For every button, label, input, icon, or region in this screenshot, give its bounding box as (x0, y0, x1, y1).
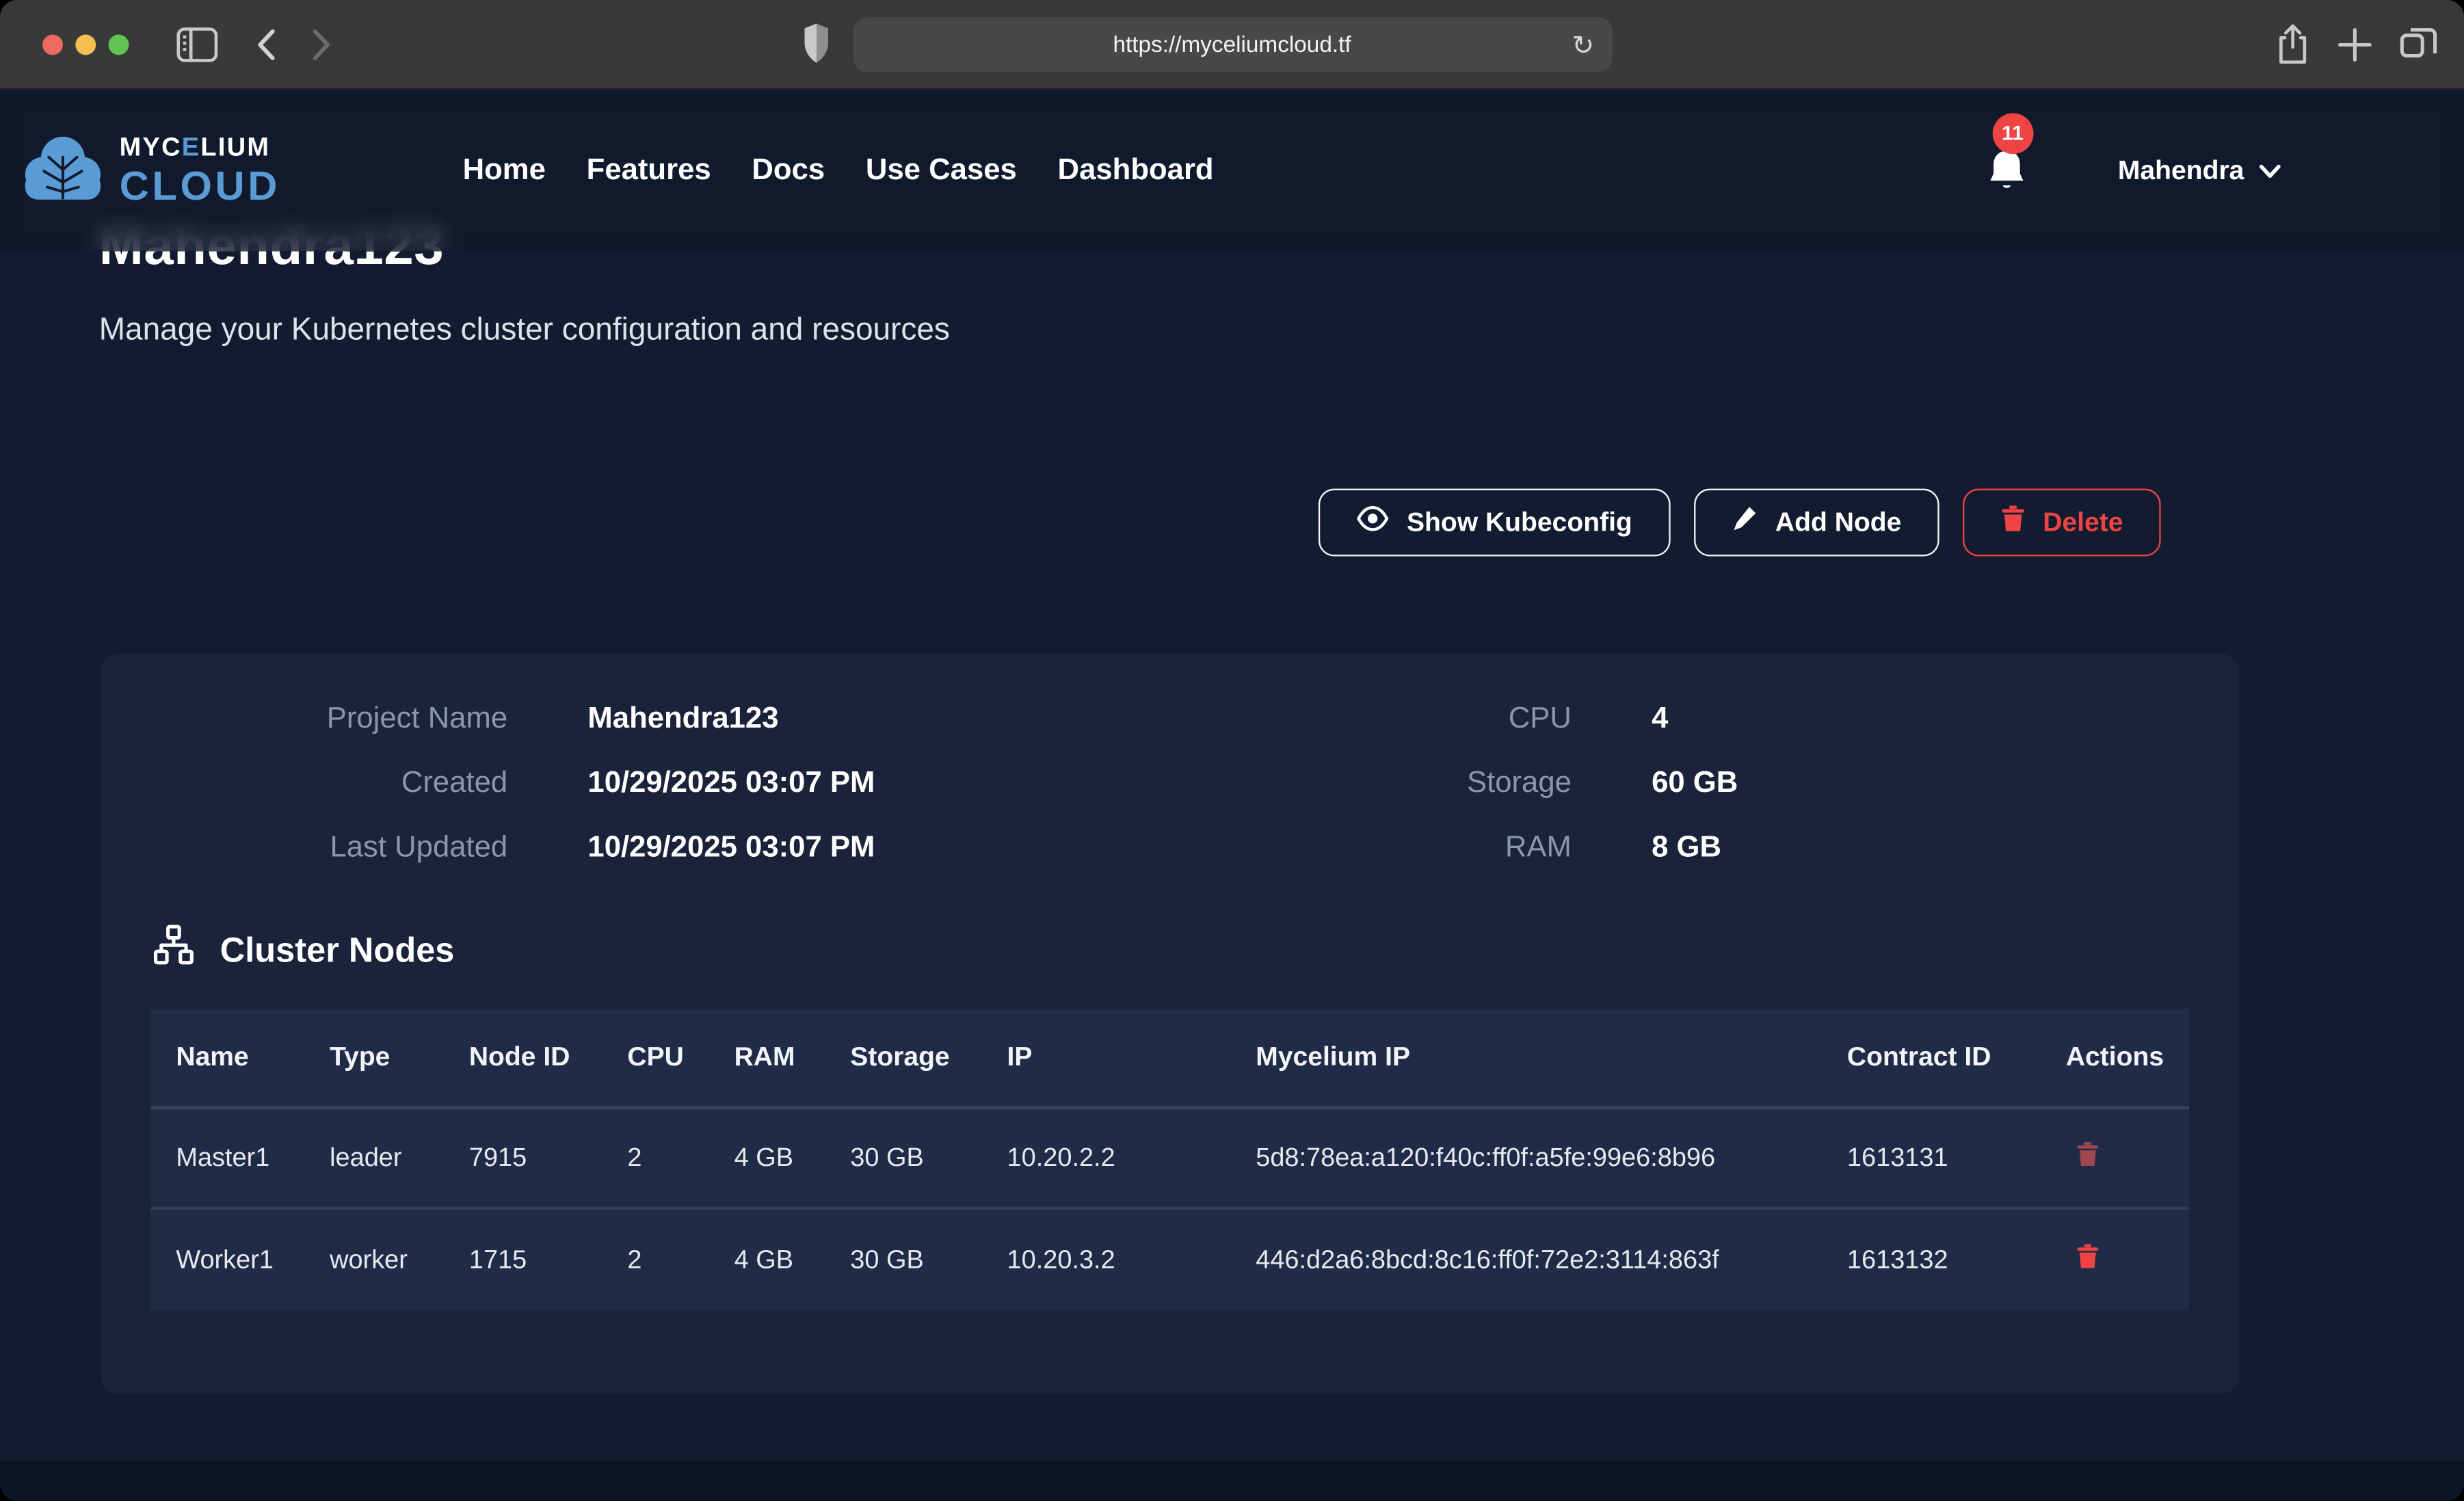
cell-contract-id: 1613131 (1822, 1109, 2041, 1210)
notifications-button[interactable]: 11 (1986, 147, 2027, 194)
cluster-details-grid: Project Name Mahendra123 CPU 4 Created 1… (101, 654, 2239, 866)
cluster-details-card: Project Name Mahendra123 CPU 4 Created 1… (101, 654, 2239, 1394)
project-name-value: Mahendra123 (587, 702, 1216, 737)
cpu-value: 4 (1652, 702, 2239, 737)
nav-link-features[interactable]: Features (587, 153, 711, 188)
network-nodes-icon (153, 924, 195, 976)
cell-ram: 4 GB (709, 1210, 825, 1310)
tab-overview-icon[interactable] (2400, 25, 2439, 64)
col-node-id: Node ID (444, 1009, 602, 1109)
back-icon[interactable] (256, 27, 277, 60)
last-updated-value: 10/29/2025 03:07 PM (587, 832, 1216, 866)
nav-link-home[interactable]: Home (463, 153, 546, 188)
col-actions: Actions (2041, 1009, 2189, 1109)
col-storage: Storage (825, 1009, 982, 1109)
cell-ip: 10.20.3.2 (982, 1210, 1231, 1310)
nav-links: Home Features Docs Use Cases Dashboard (463, 153, 1214, 188)
cell-mycelium-ip: 5d8:78ea:a120:f40c:ff0f:a5fe:99e6:8b96 (1230, 1109, 1822, 1210)
col-contract-id: Contract ID (1822, 1009, 2041, 1109)
table-header-row: Name Type Node ID CPU RAM Storage IP Myc… (151, 1009, 2189, 1109)
minimize-window-button[interactable] (75, 34, 96, 54)
notification-badge: 11 (1992, 112, 2033, 153)
add-node-button[interactable]: Add Node (1693, 489, 1939, 557)
cell-name: Worker1 (151, 1210, 305, 1310)
privacy-shield-icon[interactable] (803, 22, 830, 72)
zoom-window-button[interactable] (109, 34, 129, 54)
delete-node-button[interactable] (2076, 1242, 2099, 1268)
storage-value: 60 GB (1652, 767, 2239, 801)
cell-ram: 4 GB (709, 1109, 825, 1210)
cell-cpu: 2 (602, 1109, 709, 1210)
user-menu[interactable]: Mahendra (2118, 155, 2282, 186)
sidebar-toggle-icon[interactable] (176, 26, 218, 62)
chevron-down-icon (2258, 155, 2281, 186)
share-icon[interactable] (2275, 23, 2310, 66)
col-name: Name (151, 1009, 305, 1109)
trash-icon (2000, 505, 2026, 541)
created-label: Created (151, 767, 508, 801)
cell-node-id: 7915 (444, 1109, 602, 1210)
nav-link-docs[interactable]: Docs (752, 153, 825, 188)
col-cpu: CPU (602, 1009, 709, 1109)
mycelium-cloud-logo-icon (21, 126, 105, 215)
cluster-actions-toolbar: Show Kubeconfig Add Node (0, 489, 2161, 557)
cell-name: Master1 (151, 1109, 305, 1210)
cluster-nodes-heading: Cluster Nodes (153, 924, 2240, 976)
cell-storage: 30 GB (825, 1109, 982, 1210)
cell-ip: 10.20.2.2 (982, 1109, 1231, 1210)
page-subtitle: Manage your Kubernetes cluster configura… (99, 313, 950, 349)
col-ram: RAM (709, 1009, 825, 1109)
storage-label: Storage (1297, 767, 1572, 801)
user-name: Mahendra (2118, 155, 2244, 186)
cell-storage: 30 GB (825, 1210, 982, 1310)
nav-link-use-cases[interactable]: Use Cases (866, 153, 1017, 188)
brand-logo-text: MYCELIUM CLOUD (120, 135, 280, 205)
cell-type: worker (304, 1210, 444, 1310)
col-type: Type (304, 1009, 444, 1109)
ram-label: RAM (1297, 832, 1572, 866)
reload-icon[interactable]: ↻ (1572, 31, 1594, 58)
show-kubeconfig-button[interactable]: Show Kubeconfig (1319, 489, 1670, 557)
traffic-lights (42, 34, 129, 54)
brand-logo[interactable]: MYCELIUM CLOUD (21, 126, 280, 215)
table-row: Master1 leader 7915 2 4 GB 30 GB 10.20.2… (151, 1109, 2189, 1210)
cell-cpu: 2 (602, 1210, 709, 1310)
ram-value: 8 GB (1652, 832, 2239, 866)
cell-contract-id: 1613132 (1822, 1210, 2041, 1310)
project-name-label: Project Name (151, 702, 508, 737)
table-row: Worker1 worker 1715 2 4 GB 30 GB 10.20.3… (151, 1210, 2189, 1310)
created-value: 10/29/2025 03:07 PM (587, 767, 1216, 801)
bell-icon (1986, 174, 2027, 200)
cpu-label: CPU (1297, 702, 1572, 737)
close-window-button[interactable] (42, 34, 63, 54)
delete-cluster-button[interactable]: Delete (1963, 489, 2161, 557)
cluster-nodes-table: Name Type Node ID CPU RAM Storage IP Myc… (151, 1009, 2189, 1310)
cell-node-id: 1715 (444, 1210, 602, 1310)
browser-toolbar: https://myceliumcloud.tf ↻ (0, 0, 2464, 90)
col-ip: IP (982, 1009, 1231, 1109)
col-mycelium-ip: Mycelium IP (1230, 1009, 1822, 1109)
forward-icon[interactable] (311, 27, 332, 60)
new-tab-icon[interactable] (2337, 27, 2373, 63)
last-updated-label: Last Updated (151, 832, 508, 866)
footer (0, 1461, 2464, 1500)
browser-window: https://myceliumcloud.tf ↻ (0, 0, 2464, 1500)
address-bar[interactable]: https://myceliumcloud.tf ↻ (853, 17, 1612, 72)
cell-type: leader (304, 1109, 444, 1210)
nav-link-dashboard[interactable]: Dashboard (1058, 153, 1214, 188)
site-navbar: MYCELIUM CLOUD Home Features Docs Use Ca… (0, 90, 2464, 252)
eye-icon (1356, 506, 1389, 539)
delete-node-button[interactable] (2076, 1140, 2099, 1167)
address-bar-url: https://myceliumcloud.tf (1113, 32, 1351, 57)
pencil-icon (1732, 505, 1758, 541)
cell-mycelium-ip: 446:d2a6:8bcd:8c16:ff0f:72e2:3114:863f (1230, 1210, 1822, 1310)
